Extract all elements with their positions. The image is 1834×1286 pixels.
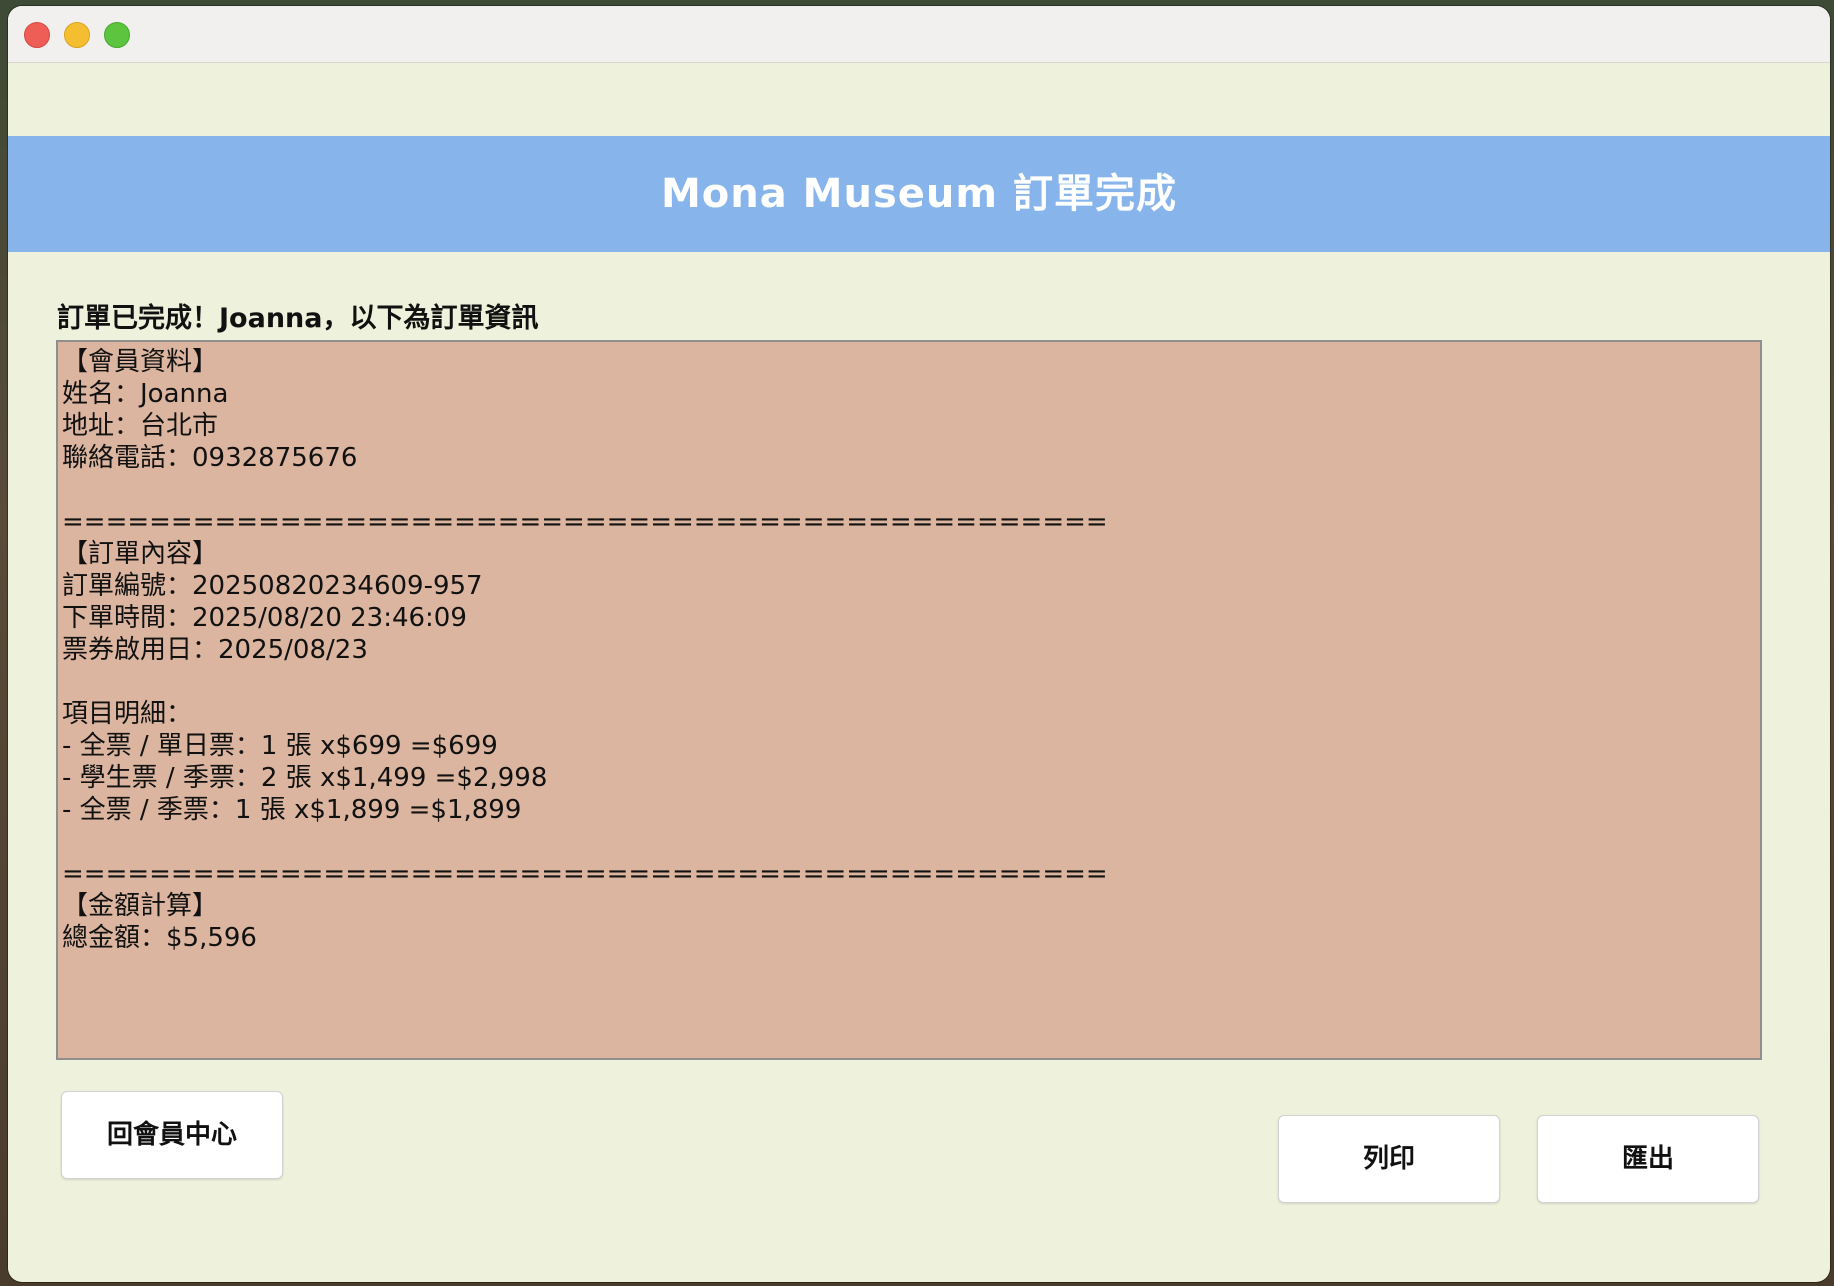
close-window-icon[interactable] [24,22,50,48]
title-bar [8,6,1830,63]
header-banner: Mona Museum 訂單完成 [8,136,1830,252]
print-button[interactable]: 列印 [1278,1115,1500,1203]
zoom-window-icon[interactable] [104,22,130,48]
order-confirmation-message: 訂單已完成！Joanna，以下為訂單資訊 [57,303,539,334]
page-title: Mona Museum 訂單完成 [661,171,1177,217]
back-to-member-center-button[interactable]: 回會員中心 [61,1091,283,1179]
export-button[interactable]: 匯出 [1537,1115,1759,1203]
minimize-window-icon[interactable] [64,22,90,48]
order-details-text: 【會員資料】 姓名：Joanna 地址：台北市 聯絡電話：0932875676 … [62,347,1108,953]
order-details-textarea[interactable]: 【會員資料】 姓名：Joanna 地址：台北市 聯絡電話：0932875676 … [56,340,1762,1060]
order-complete-window: Mona Museum 訂單完成 訂單已完成！Joanna，以下為訂單資訊 【會… [8,6,1830,1282]
